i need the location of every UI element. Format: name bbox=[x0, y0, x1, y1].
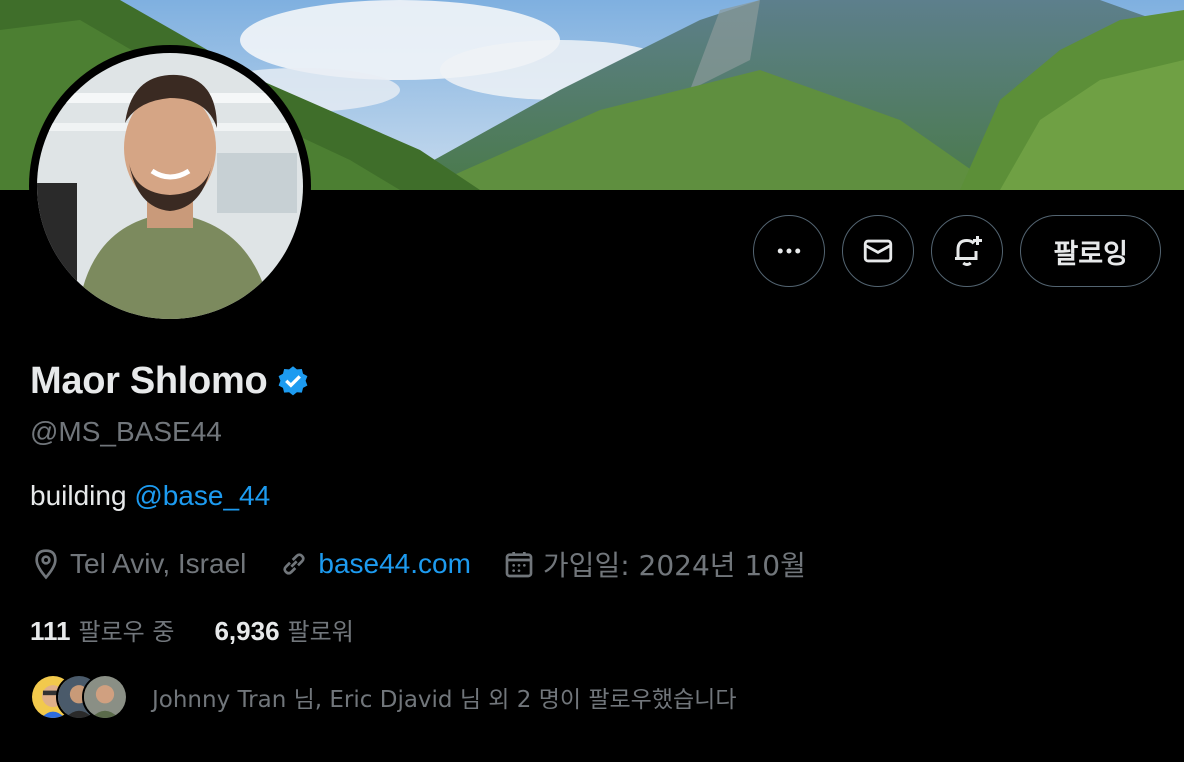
followers-stat-link[interactable]: 6,936 팔로워 bbox=[214, 612, 353, 647]
profile-stats: 111 팔로우 중 6,936 팔로워 bbox=[30, 612, 394, 647]
followers-count: 6,936 bbox=[214, 616, 280, 646]
verified-badge-icon[interactable] bbox=[275, 364, 311, 400]
profile-meta: Tel Aviv, Israel base44.com 가입일: 2024년 1… bbox=[30, 544, 838, 584]
more-button[interactable] bbox=[753, 215, 826, 287]
avatar bbox=[82, 674, 128, 720]
location-item: Tel Aviv, Israel bbox=[30, 548, 246, 580]
mail-icon bbox=[864, 239, 893, 263]
calendar-icon bbox=[505, 552, 533, 578]
more-icon bbox=[778, 248, 801, 254]
location-text: Tel Aviv, Israel bbox=[70, 548, 247, 579]
notifications-button[interactable] bbox=[931, 215, 1004, 287]
link-icon bbox=[283, 553, 306, 575]
mutual-avatars bbox=[30, 674, 128, 720]
location-icon bbox=[35, 549, 57, 580]
bio-mention-link[interactable]: @base_44 bbox=[134, 480, 270, 511]
joined-item: 가입일: 2024년 10월 bbox=[503, 544, 806, 584]
following-label: 팔로우 중 bbox=[78, 618, 175, 646]
profile-bio: building @base_44 bbox=[30, 480, 270, 512]
profile-actions: 팔로잉 bbox=[753, 215, 1161, 287]
message-button[interactable] bbox=[842, 215, 915, 287]
joined-text: 가입일: 2024년 10월 bbox=[542, 549, 806, 582]
website-link[interactable]: base44.com bbox=[318, 548, 471, 580]
followed-by-text: Johnny Tran 님, Eric Djavid 님 외 2 명이 팔로우했… bbox=[152, 687, 737, 713]
profile-handle: @MS_BASE44 bbox=[30, 416, 222, 447]
notification-add-icon bbox=[955, 236, 983, 266]
following-count: 111 bbox=[30, 616, 71, 646]
bio-text: building bbox=[30, 480, 127, 511]
avatar bbox=[37, 53, 303, 319]
followers-label: 팔로워 bbox=[287, 618, 354, 646]
following-stat-link[interactable]: 111 팔로우 중 bbox=[30, 612, 174, 647]
profile-name: Maor Shlomo bbox=[30, 360, 268, 402]
profile-avatar-frame[interactable] bbox=[29, 45, 311, 327]
profile-name-row: Maor Shlomo bbox=[30, 360, 311, 403]
followers-you-know[interactable]: Johnny Tran 님, Eric Djavid 님 외 2 명이 팔로우했… bbox=[30, 674, 736, 720]
website-item: base44.com bbox=[278, 548, 471, 580]
following-button[interactable]: 팔로잉 bbox=[1020, 215, 1161, 287]
